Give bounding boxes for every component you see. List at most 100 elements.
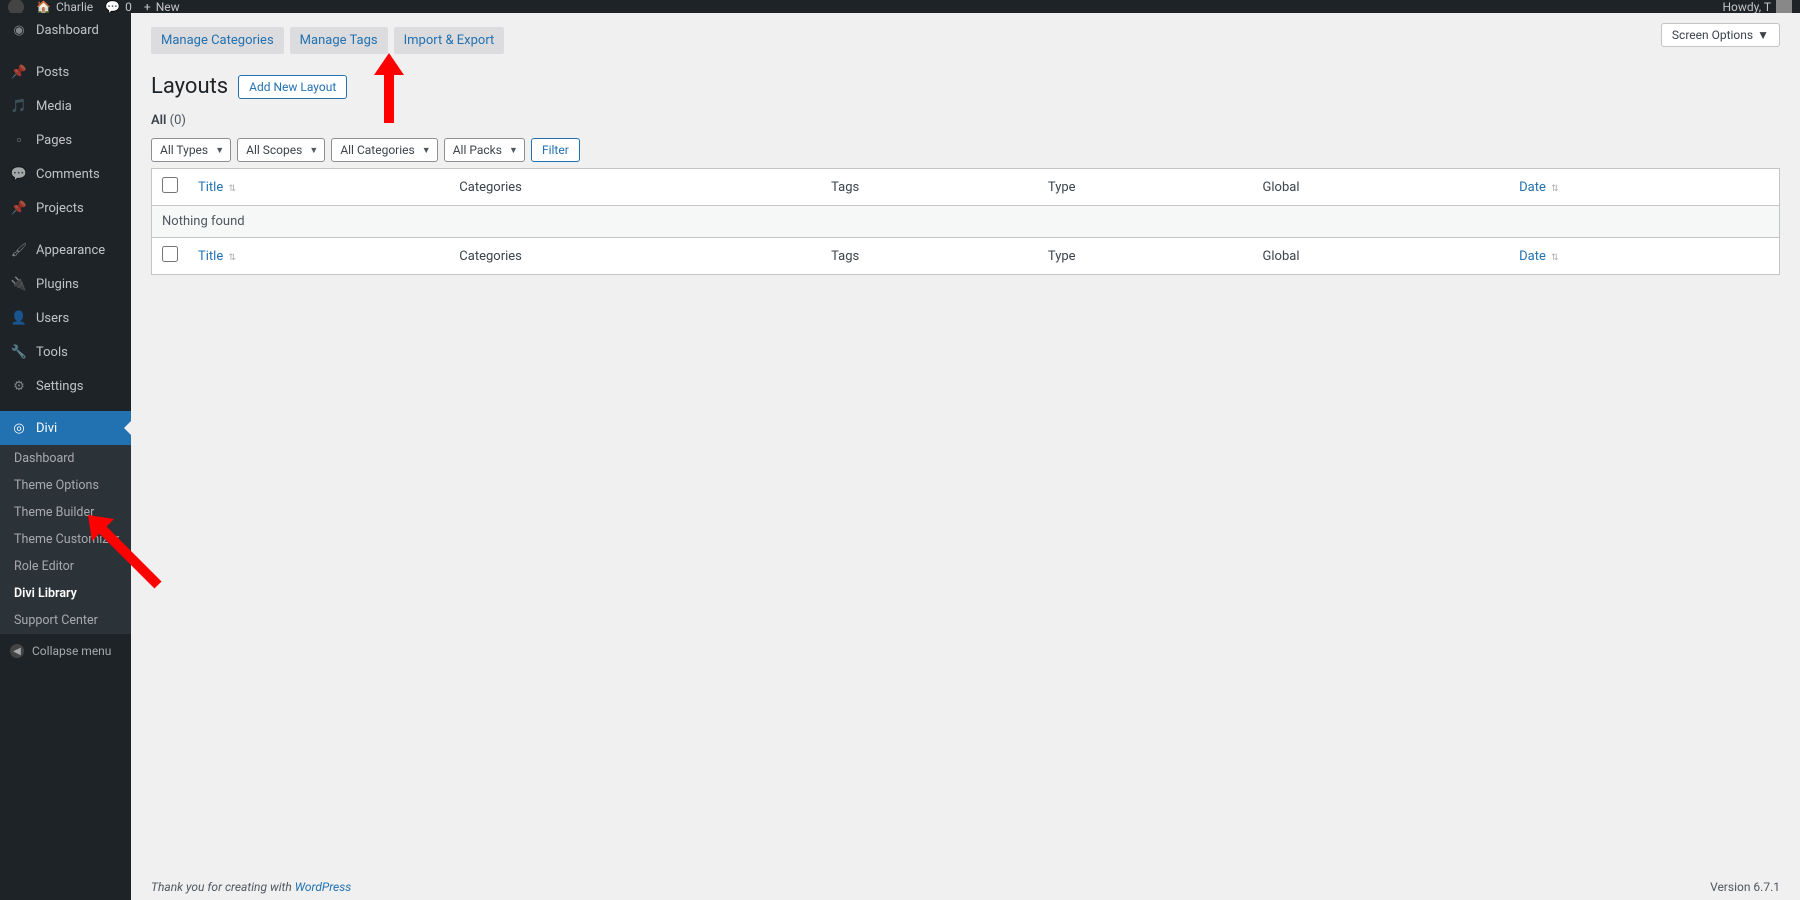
sidebar-item-settings[interactable]: ⚙ Settings <box>0 369 131 403</box>
add-new-layout-button[interactable]: Add New Layout <box>238 75 347 99</box>
sub-item-dashboard[interactable]: Dashboard <box>0 445 131 472</box>
tab-manage-categories[interactable]: Manage Categories <box>151 27 284 54</box>
filter-scopes-select[interactable]: All Scopes ▼ <box>237 138 325 162</box>
plus-icon: + <box>144 0 151 13</box>
pin-icon: 📌 <box>10 199 28 217</box>
col-title-label: Title <box>198 249 223 264</box>
sidebar-item-label: Dashboard <box>36 23 99 38</box>
layouts-table: Title ⇅ Categories Tags Type Global Date… <box>151 168 1780 275</box>
chevron-down-icon: ▼ <box>309 145 318 156</box>
col-type: Type <box>1038 238 1253 275</box>
site-name-label: Charlie <box>56 0 93 13</box>
table-empty-row: Nothing found <box>152 206 1780 238</box>
col-title-label: Title <box>198 180 223 195</box>
user-icon: 👤 <box>10 309 28 327</box>
filter-categories-label: All Categories <box>340 143 414 157</box>
sub-item-theme-builder[interactable]: Theme Builder <box>0 499 131 526</box>
footer-thank-you: Thank you for creating with WordPress <box>151 880 351 894</box>
list-subsubsub: All (0) <box>151 113 1780 128</box>
comments-count: 0 <box>125 0 132 13</box>
filter-button[interactable]: Filter <box>531 138 580 162</box>
wp-logo-menu[interactable] <box>8 0 24 13</box>
sidebar-item-label: Appearance <box>36 243 105 258</box>
filter-scopes-label: All Scopes <box>246 143 302 157</box>
sidebar-item-appearance[interactable]: 🖌 Appearance <box>0 233 131 267</box>
new-content-menu[interactable]: + New <box>144 0 180 13</box>
sidebar-item-projects[interactable]: 📌 Projects <box>0 191 131 225</box>
screen-options-toggle[interactable]: Screen Options ▼ <box>1661 23 1780 47</box>
filter-all-label[interactable]: All <box>151 113 166 128</box>
brush-icon: 🖌 <box>10 241 28 259</box>
sub-item-theme-options[interactable]: Theme Options <box>0 472 131 499</box>
col-date-label: Date <box>1519 249 1546 264</box>
sort-icon: ⇅ <box>1551 253 1559 263</box>
filter-packs-label: All Packs <box>453 143 502 157</box>
divi-submenu: Dashboard Theme Options Theme Builder Th… <box>0 445 131 634</box>
avatar-icon <box>1776 0 1792 13</box>
empty-message: Nothing found <box>152 206 1780 238</box>
col-date-label: Date <box>1519 180 1546 195</box>
sidebar-item-plugins[interactable]: 🔌 Plugins <box>0 267 131 301</box>
divi-icon: ◎ <box>10 419 28 437</box>
filter-categories-select[interactable]: All Categories ▼ <box>331 138 437 162</box>
sidebar-item-dashboard[interactable]: ◉ Dashboard <box>0 13 131 47</box>
sort-icon: ⇅ <box>228 253 236 263</box>
screen-options-label: Screen Options <box>1672 28 1753 42</box>
chevron-down-icon: ▼ <box>215 145 224 156</box>
sidebar-item-label: Posts <box>36 65 69 80</box>
plug-icon: 🔌 <box>10 275 28 293</box>
sort-icon: ⇅ <box>1551 184 1559 194</box>
sub-item-support-center[interactable]: Support Center <box>0 607 131 634</box>
sidebar-item-tools[interactable]: 🔧 Tools <box>0 335 131 369</box>
col-date[interactable]: Date ⇅ <box>1509 238 1779 275</box>
collapse-icon: ◀ <box>10 644 24 658</box>
pages-icon: ▫ <box>10 131 28 149</box>
filter-packs-select[interactable]: All Packs ▼ <box>444 138 525 162</box>
sidebar-item-label: Divi <box>36 421 57 436</box>
chevron-down-icon: ▼ <box>422 145 431 156</box>
admin-topbar: 🏠 Charlie 💬 0 + New Howdy, T <box>0 0 1800 13</box>
pin-icon: 📌 <box>10 63 28 81</box>
sidebar-item-label: Projects <box>36 201 84 216</box>
sidebar-item-posts[interactable]: 📌 Posts <box>0 55 131 89</box>
wordpress-link[interactable]: WordPress <box>295 880 352 894</box>
sub-item-divi-library[interactable]: Divi Library <box>0 580 131 607</box>
comments-menu[interactable]: 💬 0 <box>105 0 132 13</box>
filter-types-select[interactable]: All Types ▼ <box>151 138 231 162</box>
sub-item-role-editor[interactable]: Role Editor <box>0 553 131 580</box>
col-date[interactable]: Date ⇅ <box>1509 169 1779 206</box>
col-categories: Categories <box>449 169 821 206</box>
comment-icon: 💬 <box>105 0 120 13</box>
sidebar-item-divi[interactable]: ◎ Divi <box>0 411 131 445</box>
site-name-menu[interactable]: 🏠 Charlie <box>36 0 93 13</box>
filter-row: All Types ▼ All Scopes ▼ All Categories … <box>151 138 1780 162</box>
col-categories: Categories <box>449 238 821 275</box>
select-all-checkbox-bottom[interactable] <box>162 246 178 262</box>
select-all-checkbox[interactable] <box>162 177 178 193</box>
footer-thank-label: Thank you for creating with <box>151 880 295 894</box>
sidebar-item-label: Settings <box>36 379 83 394</box>
filter-all-count: (0) <box>170 113 186 128</box>
dashboard-icon: ◉ <box>10 21 28 39</box>
sidebar-item-label: Plugins <box>36 277 79 292</box>
col-title[interactable]: Title ⇅ <box>188 169 449 206</box>
page-title: Layouts <box>151 74 228 99</box>
sidebar-item-users[interactable]: 👤 Users <box>0 301 131 335</box>
tab-import-export[interactable]: Import & Export <box>394 27 505 54</box>
collapse-menu[interactable]: ◀ Collapse menu <box>0 634 131 668</box>
sidebar-item-pages[interactable]: ▫ Pages <box>0 123 131 157</box>
sidebar-item-label: Media <box>36 99 72 114</box>
media-icon: 🎵 <box>10 97 28 115</box>
sub-item-theme-customizer[interactable]: Theme Customizer <box>0 526 131 553</box>
tab-manage-tags[interactable]: Manage Tags <box>290 27 388 54</box>
wordpress-icon <box>8 0 24 13</box>
sidebar-item-media[interactable]: 🎵 Media <box>0 89 131 123</box>
col-tags: Tags <box>821 238 1038 275</box>
footer-version: Version 6.7.1 <box>1710 880 1780 894</box>
col-global: Global <box>1253 238 1510 275</box>
col-title[interactable]: Title ⇅ <box>188 238 449 275</box>
account-menu[interactable]: Howdy, T <box>1722 0 1792 13</box>
sidebar-item-label: Comments <box>36 167 100 182</box>
sidebar-item-comments[interactable]: 💬 Comments <box>0 157 131 191</box>
col-type: Type <box>1038 169 1253 206</box>
